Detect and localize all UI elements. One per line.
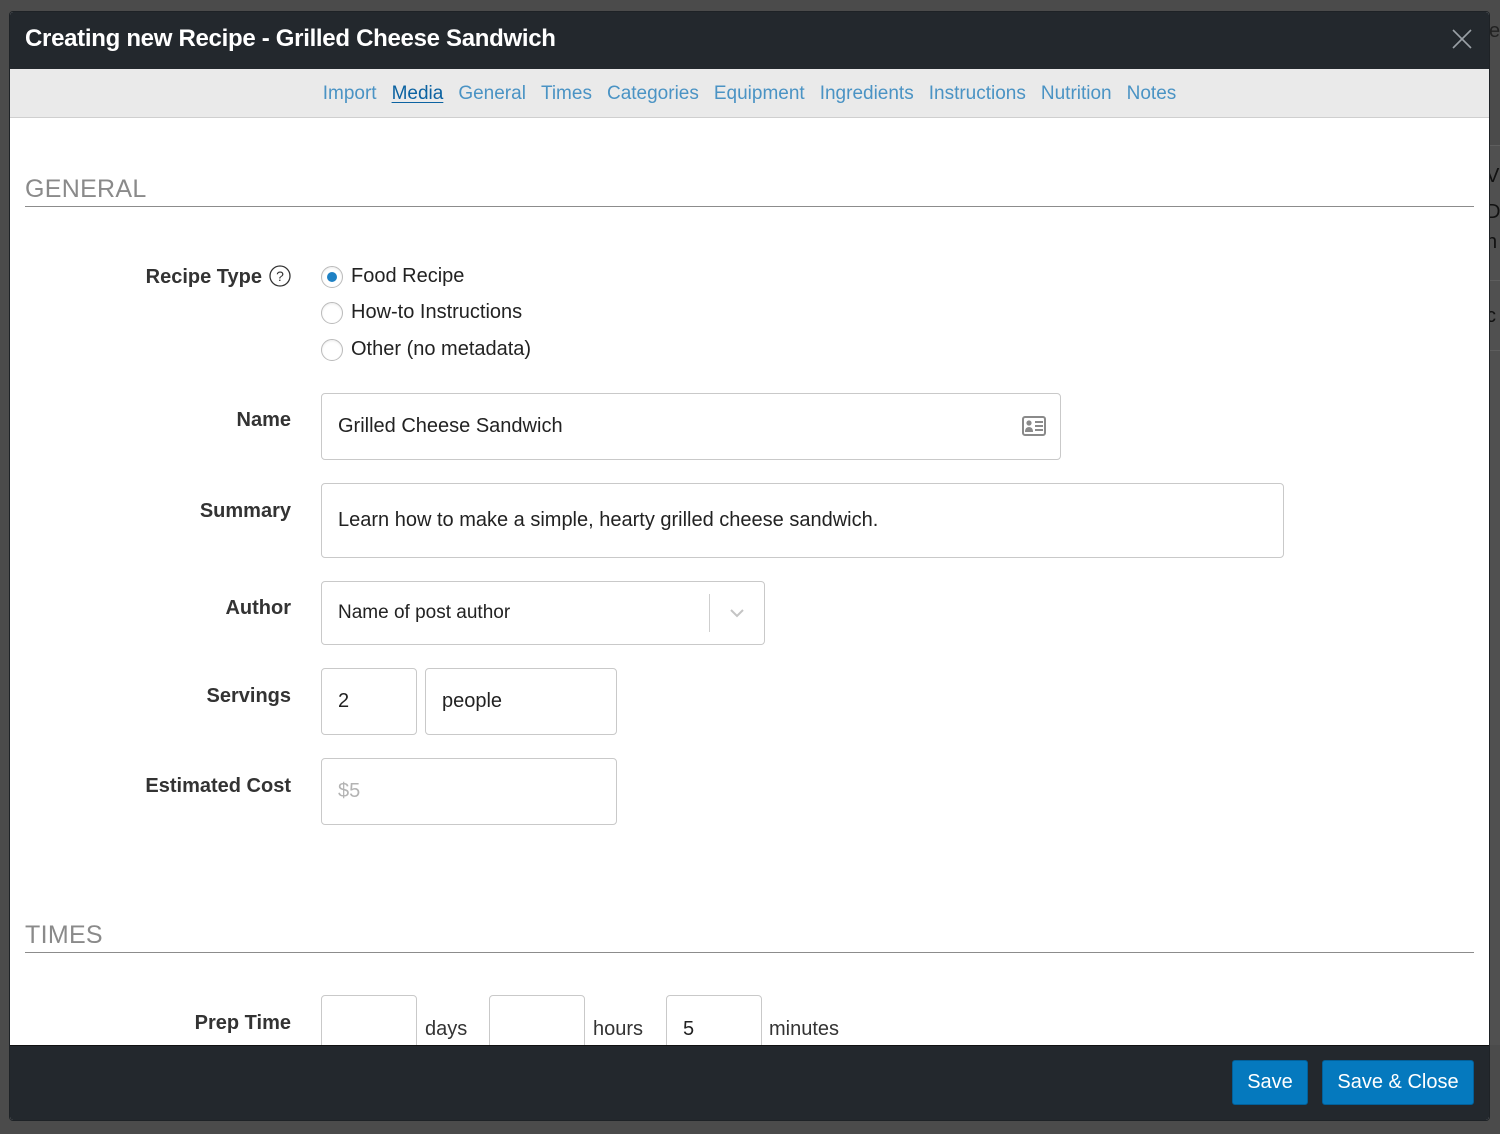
radio-label: Food Recipe xyxy=(351,265,465,287)
estimated-cost-label: Estimated Cost xyxy=(145,775,291,797)
radio-label: How-to Instructions xyxy=(351,301,523,323)
servings-amount-input[interactable]: 2 xyxy=(321,668,417,735)
nav-link-categories[interactable]: Categories xyxy=(599,69,706,118)
summary-value: Learn how to make a simple, hearty grill… xyxy=(338,509,879,531)
radio-other-no-metadata[interactable]: Other (no metadata) xyxy=(321,338,531,361)
nav-link-times[interactable]: Times xyxy=(533,69,599,118)
general-section-title: GENERAL xyxy=(25,175,147,203)
prep-time-minutes-value: 5 xyxy=(683,1018,695,1040)
background-page-strip: V D n c xyxy=(1489,145,1500,1045)
modal-content: GENERAL Recipe Type ? Food Recipe How-to… xyxy=(10,119,1489,1045)
select-separator xyxy=(709,594,710,632)
author-selected-value: Name of post author xyxy=(338,602,511,623)
author-select[interactable]: Name of post author xyxy=(321,581,765,645)
minutes-unit-label: minutes xyxy=(769,1018,840,1040)
author-label: Author xyxy=(225,597,291,619)
question-circle-icon: ? xyxy=(269,265,291,287)
name-label: Name xyxy=(236,409,291,431)
nav-link-notes[interactable]: Notes xyxy=(1119,69,1184,118)
times-section-title: TIMES xyxy=(25,921,103,949)
servings-unit-input[interactable]: people xyxy=(425,668,617,735)
nav-link-instructions[interactable]: Instructions xyxy=(921,69,1033,118)
times-section-divider xyxy=(25,952,1474,953)
close-button[interactable] xyxy=(1451,28,1473,50)
radio-button[interactable] xyxy=(321,265,343,288)
section-nav: Import Media General Times Categories Eq… xyxy=(10,69,1489,118)
prep-time-minutes-input[interactable]: 5 xyxy=(666,995,762,1045)
close-icon xyxy=(1452,29,1472,49)
nav-link-nutrition[interactable]: Nutrition xyxy=(1033,69,1119,118)
contact-card-button[interactable] xyxy=(1022,416,1046,436)
hours-unit-label: hours xyxy=(593,1018,644,1040)
estimated-cost-placeholder: $5 xyxy=(338,780,361,802)
prep-time-label: Prep Time xyxy=(194,1012,291,1034)
radio-food-recipe[interactable]: Food Recipe xyxy=(321,265,464,288)
radio-button[interactable] xyxy=(321,301,343,324)
save-and-close-button[interactable]: Save & Close xyxy=(1322,1060,1474,1105)
nav-link-media[interactable]: Media xyxy=(384,69,451,118)
chevron-down-icon xyxy=(730,609,744,618)
save-button[interactable]: Save xyxy=(1232,1060,1308,1105)
background-page-text: e xyxy=(1489,20,1500,42)
nav-link-general[interactable]: General xyxy=(451,69,534,118)
nav-link-ingredients[interactable]: Ingredients xyxy=(812,69,921,118)
servings-unit-value: people xyxy=(442,690,503,712)
modal-footer: Save Save & Close xyxy=(10,1045,1489,1120)
days-unit-label: days xyxy=(425,1018,468,1040)
radio-label: Other (no metadata) xyxy=(351,338,532,360)
modal-header: Creating new Recipe - Grilled Cheese San… xyxy=(10,12,1489,69)
nav-link-equipment[interactable]: Equipment xyxy=(706,69,812,118)
radio-how-to-instructions[interactable]: How-to Instructions xyxy=(321,301,522,324)
prep-time-hours-input[interactable] xyxy=(489,995,585,1045)
recipe-type-label: Recipe Type xyxy=(145,266,262,288)
estimated-cost-input[interactable]: $5 xyxy=(321,758,617,825)
author-dropdown-toggle[interactable] xyxy=(728,604,746,622)
name-value: Grilled Cheese Sandwich xyxy=(338,415,563,437)
summary-label: Summary xyxy=(199,500,291,522)
name-input[interactable]: Grilled Cheese Sandwich xyxy=(321,393,1061,460)
svg-text:?: ? xyxy=(276,268,284,284)
nav-link-import[interactable]: Import xyxy=(315,69,384,118)
recipe-modal: Creating new Recipe - Grilled Cheese San… xyxy=(10,12,1489,1120)
general-section-divider xyxy=(25,206,1474,207)
modal-title: Creating new Recipe - Grilled Cheese San… xyxy=(25,25,556,52)
radio-button[interactable] xyxy=(321,338,343,361)
prep-time-days-input[interactable] xyxy=(321,995,417,1045)
summary-input[interactable]: Learn how to make a simple, hearty grill… xyxy=(321,483,1284,558)
contact-card-icon xyxy=(1022,416,1046,436)
help-button[interactable]: ? xyxy=(269,265,291,287)
servings-amount-value: 2 xyxy=(338,690,350,712)
servings-label: Servings xyxy=(206,685,291,707)
